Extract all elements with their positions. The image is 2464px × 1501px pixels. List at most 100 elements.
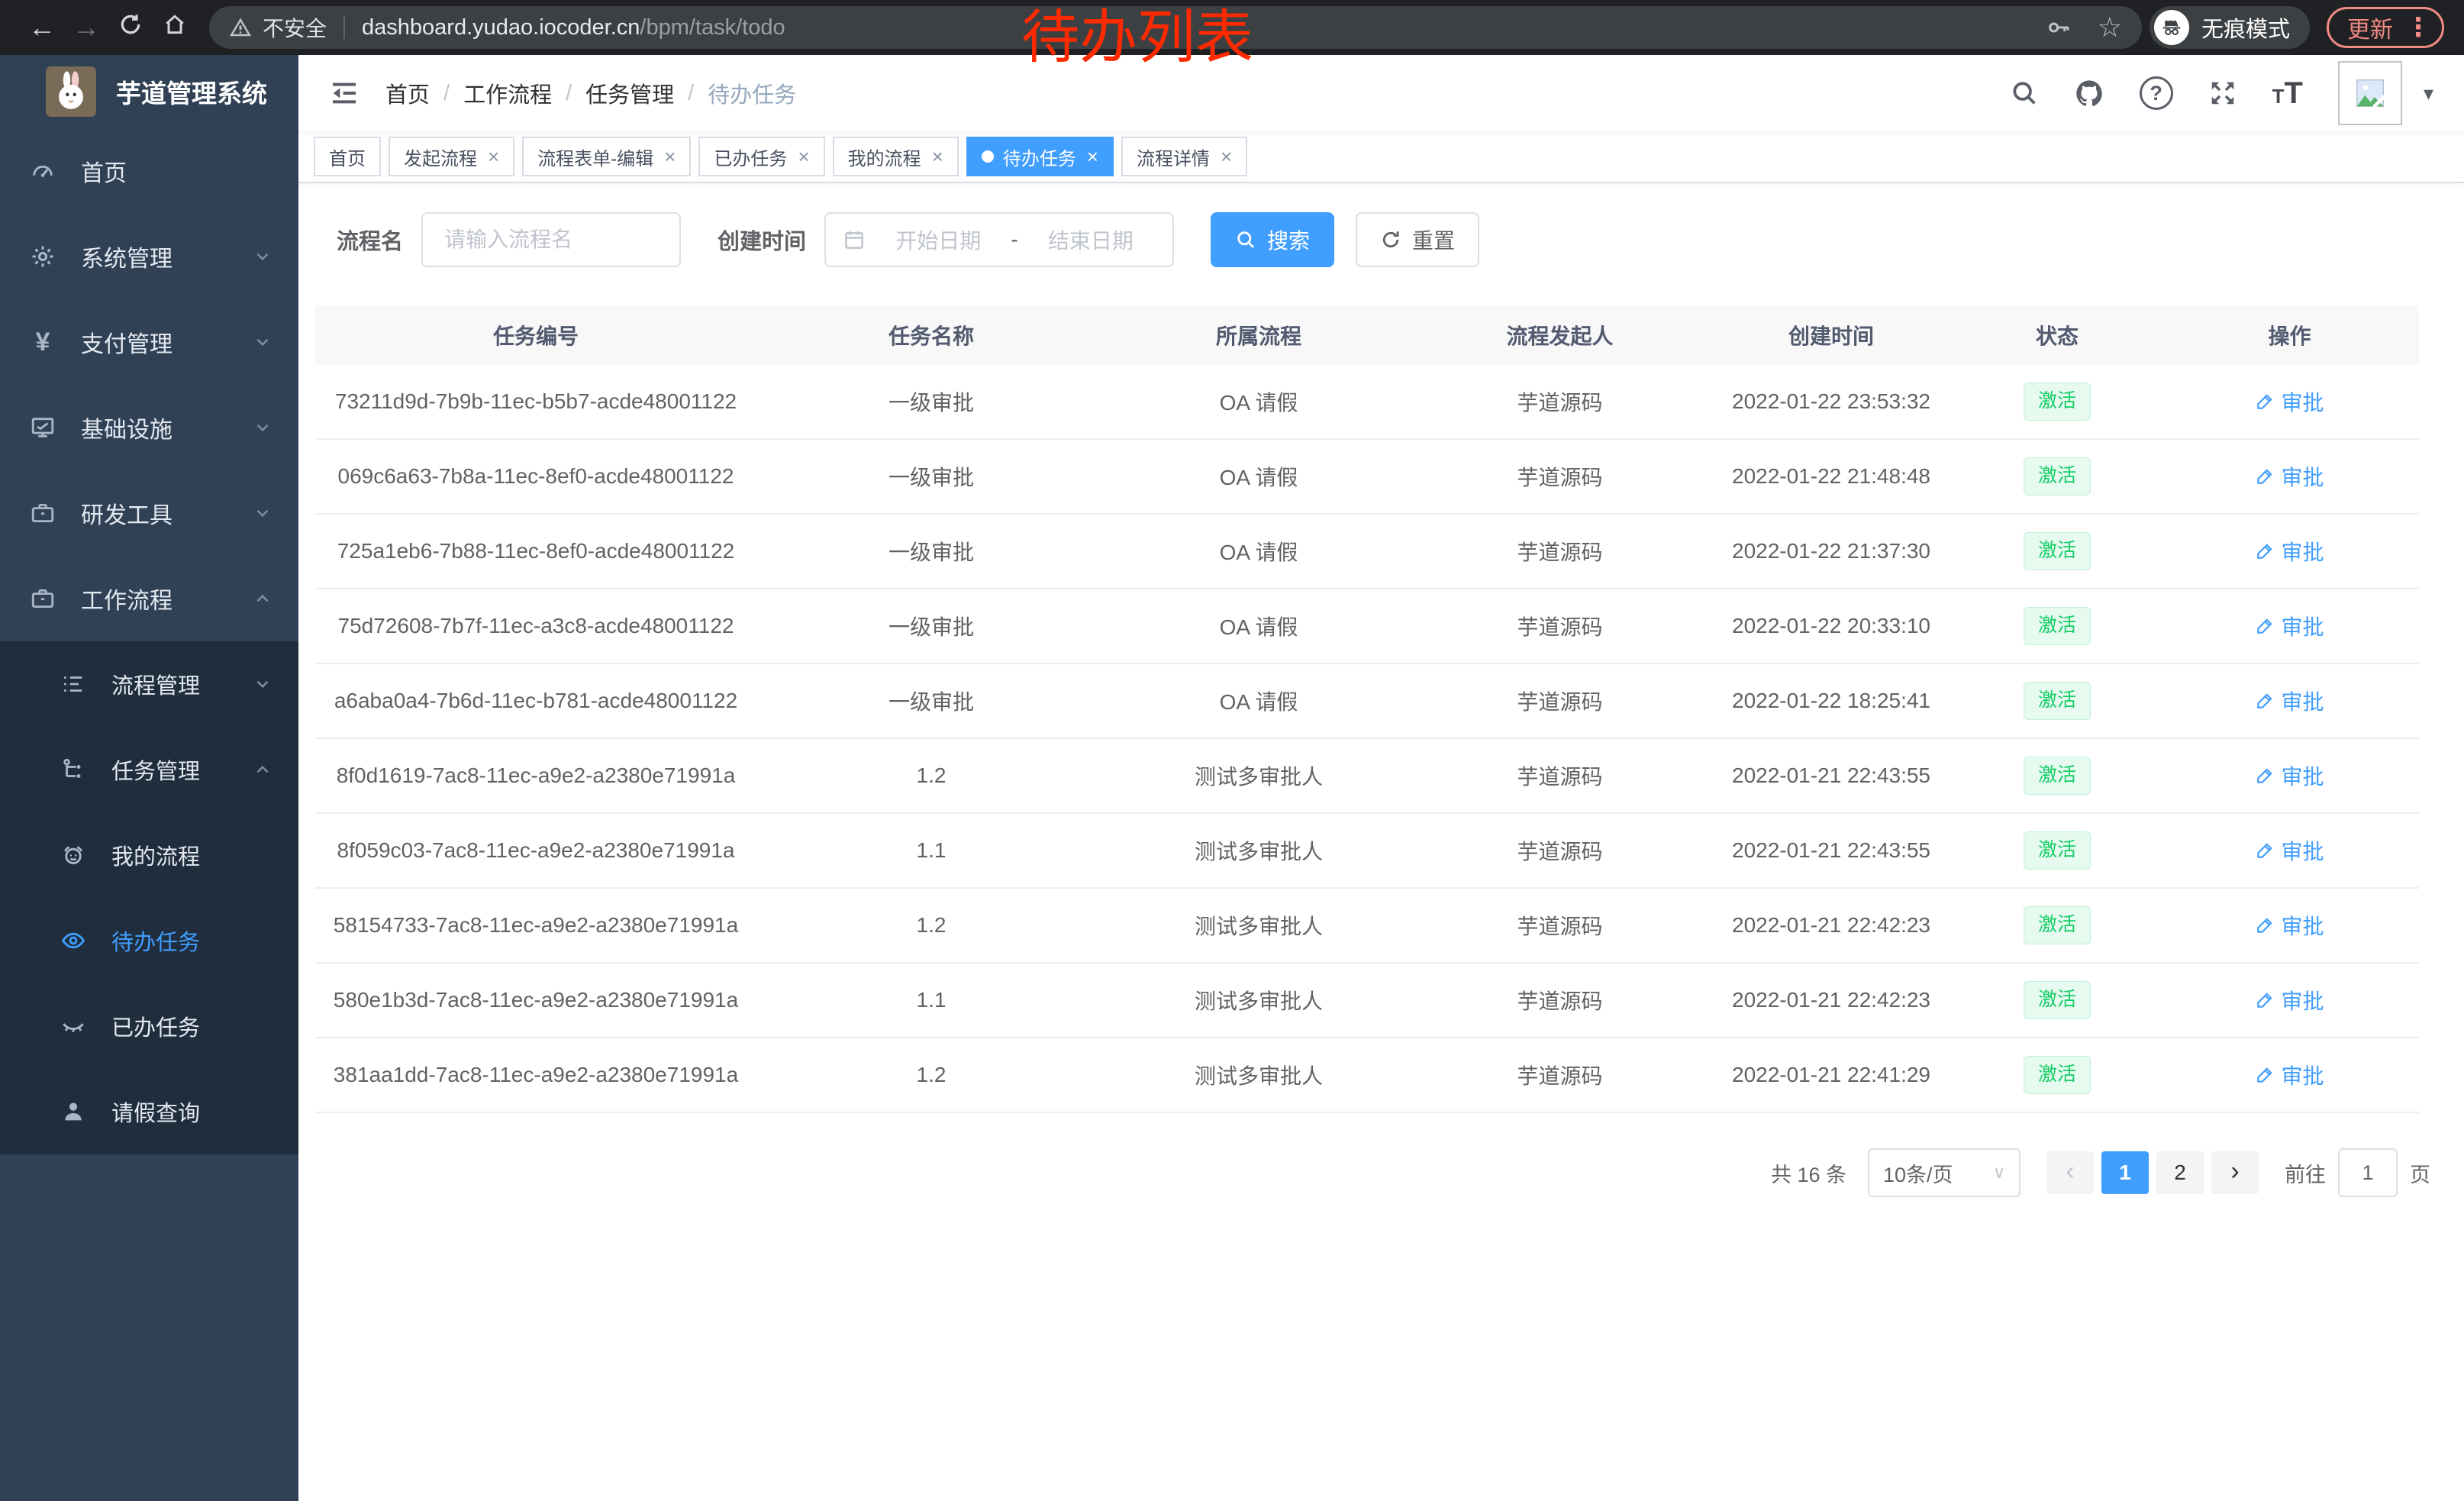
action-cell: 审批 bbox=[2160, 536, 2419, 567]
starter-cell: 芋道源码 bbox=[1411, 461, 1708, 492]
fullscreen-icon[interactable] bbox=[2208, 79, 2237, 108]
monitor-icon bbox=[30, 415, 56, 441]
approve-link[interactable]: 审批 bbox=[2255, 536, 2324, 567]
reset-button[interactable]: 重置 bbox=[1356, 212, 1479, 267]
approve-link[interactable]: 审批 bbox=[2255, 386, 2324, 417]
home-button[interactable] bbox=[153, 11, 197, 44]
process-cell: OA 请假 bbox=[1106, 536, 1411, 567]
logo-rabbit-icon bbox=[46, 66, 96, 117]
next-page-button[interactable]: › bbox=[2211, 1151, 2259, 1194]
font-size-icon[interactable]: TT bbox=[2272, 78, 2303, 108]
page-number-button[interactable]: 2 bbox=[2156, 1151, 2204, 1194]
page-size-select[interactable]: 10条/页 ∨ bbox=[1868, 1148, 2021, 1197]
bookmark-star-icon[interactable]: ☆ bbox=[2098, 14, 2122, 41]
sidebar-collapse-icon[interactable] bbox=[329, 78, 360, 108]
tab-close-icon[interactable]: × bbox=[664, 147, 676, 166]
task-name-cell: 1.2 bbox=[756, 763, 1106, 788]
tab-close-icon[interactable]: × bbox=[1087, 147, 1098, 166]
tab-close-icon[interactable]: × bbox=[1221, 147, 1232, 166]
table-row: 73211d9d-7b9b-11ec-b5b7-acde48001122 一级审… bbox=[315, 365, 2419, 440]
view-tab[interactable]: 流程表单-编辑 × bbox=[522, 137, 691, 176]
approve-link[interactable]: 审批 bbox=[2255, 461, 2324, 492]
status-badge: 激活 bbox=[2024, 906, 2091, 944]
search-button[interactable]: 搜索 bbox=[1211, 212, 1334, 267]
edit-pen-icon bbox=[2255, 1065, 2275, 1085]
sidebar-subitem[interactable]: 已办任务 bbox=[0, 983, 298, 1069]
sidebar: 芋道管理系统 首页 bbox=[0, 55, 298, 1501]
approve-link[interactable]: 审批 bbox=[2255, 835, 2324, 866]
top-navbar: 首页/ 工作流程/ 任务管理/ 待办任务/ ? TT ▾ bbox=[298, 55, 2464, 131]
view-tab[interactable]: 已办任务 × bbox=[698, 137, 824, 176]
approve-link[interactable]: 审批 bbox=[2255, 910, 2324, 941]
breadcrumb-item[interactable]: 首页/ bbox=[385, 77, 463, 109]
avatar-dropdown-caret-icon[interactable]: ▾ bbox=[2424, 82, 2433, 105]
action-cell: 审批 bbox=[2160, 1060, 2419, 1090]
app-logo[interactable]: 芋道管理系统 bbox=[0, 55, 298, 128]
approve-link[interactable]: 审批 bbox=[2255, 1060, 2324, 1090]
reload-button[interactable] bbox=[108, 11, 153, 44]
sidebar-subitem-label: 我的流程 bbox=[111, 839, 273, 871]
sidebar-item[interactable]: ¥ 支付管理 bbox=[0, 299, 298, 385]
task-id-cell: 58154733-7ac8-11ec-a9e2-a2380e71991a bbox=[315, 913, 756, 938]
action-cell: 审批 bbox=[2160, 686, 2419, 716]
app-title: 芋道管理系统 bbox=[116, 73, 267, 110]
view-tab[interactable]: 流程详情 × bbox=[1121, 137, 1247, 176]
page-buttons: 1 2 bbox=[2101, 1151, 2204, 1194]
approve-link[interactable]: 审批 bbox=[2255, 611, 2324, 641]
starter-cell: 芋道源码 bbox=[1411, 760, 1708, 791]
github-icon[interactable] bbox=[2074, 78, 2104, 108]
sidebar-item[interactable]: 首页 bbox=[0, 128, 298, 214]
approve-link[interactable]: 审批 bbox=[2255, 686, 2324, 716]
sidebar-item[interactable]: 基础设施 bbox=[0, 385, 298, 470]
status-cell: 激活 bbox=[1954, 383, 2160, 420]
tab-close-icon[interactable]: × bbox=[932, 147, 943, 166]
sidebar-item[interactable]: 系统管理 bbox=[0, 214, 298, 299]
sidebar-subitem[interactable]: 流程管理 bbox=[0, 641, 298, 727]
view-tab[interactable]: 我的流程 × bbox=[833, 137, 959, 176]
browser-menu-icon[interactable]: ⋮ bbox=[2405, 12, 2431, 43]
chevron-icon bbox=[253, 760, 273, 780]
breadcrumb-item[interactable]: 任务管理/ bbox=[585, 77, 708, 109]
task-id-cell: a6aba0a4-7b6d-11ec-b781-acde48001122 bbox=[315, 689, 756, 713]
approve-link[interactable]: 审批 bbox=[2255, 985, 2324, 1015]
chrome-update-button[interactable]: 更新 ⋮ bbox=[2327, 7, 2444, 48]
edit-pen-icon bbox=[2255, 841, 2275, 860]
sidebar-subitem[interactable]: 任务管理 bbox=[0, 727, 298, 812]
forward-button[interactable]: → bbox=[64, 11, 108, 44]
prev-page-button[interactable]: ‹ bbox=[2046, 1151, 2094, 1194]
task-name-cell: 一级审批 bbox=[756, 386, 1106, 417]
date-range-picker[interactable]: 开始日期 - 结束日期 bbox=[824, 212, 1174, 267]
goto-page-input[interactable] bbox=[2338, 1148, 2398, 1197]
breadcrumb-item[interactable]: 工作流程/ bbox=[463, 77, 585, 109]
search-icon[interactable] bbox=[2010, 79, 2039, 108]
password-key-icon[interactable] bbox=[2046, 15, 2072, 40]
page-number-button[interactable]: 1 bbox=[2101, 1151, 2149, 1194]
breadcrumb-item[interactable]: 待办任务/ bbox=[708, 77, 796, 109]
back-button[interactable]: ← bbox=[20, 11, 64, 44]
view-tab[interactable]: 首页 bbox=[314, 137, 381, 176]
tab-close-icon[interactable]: × bbox=[798, 147, 809, 166]
start-date-placeholder: 开始日期 bbox=[873, 224, 1003, 255]
approve-link[interactable]: 审批 bbox=[2255, 760, 2324, 791]
status-badge: 激活 bbox=[2024, 532, 2091, 570]
sidebar-subitem[interactable]: 我的流程 bbox=[0, 812, 298, 898]
avatar[interactable] bbox=[2338, 61, 2402, 125]
column-header: 流程发起人 bbox=[1411, 320, 1708, 350]
view-tab[interactable]: 待办任务 × bbox=[966, 137, 1114, 176]
help-icon[interactable]: ? bbox=[2140, 76, 2173, 110]
sidebar-item[interactable]: 工作流程 bbox=[0, 556, 298, 641]
process-name-input[interactable] bbox=[421, 212, 681, 267]
process-cell: OA 请假 bbox=[1106, 611, 1411, 641]
browser-toolbar: ← → 不安全 dashboard.yudao.iocoder.cn/bpm/t… bbox=[0, 0, 2464, 55]
sidebar-subitem[interactable]: 请假查询 bbox=[0, 1069, 298, 1154]
task-id-cell: 580e1b3d-7ac8-11ec-a9e2-a2380e71991a bbox=[315, 988, 756, 1012]
select-caret-icon: ∨ bbox=[1993, 1163, 2005, 1183]
address-bar[interactable]: 不安全 dashboard.yudao.iocoder.cn/bpm/task/… bbox=[209, 6, 2142, 49]
tab-close-icon[interactable]: × bbox=[488, 147, 499, 166]
task-id-cell: 725a1eb6-7b88-11ec-8ef0-acde48001122 bbox=[315, 539, 756, 563]
breadcrumb-separator: / bbox=[443, 81, 450, 106]
sidebar-item[interactable]: 研发工具 bbox=[0, 470, 298, 556]
sidebar-subitem[interactable]: 待办任务 bbox=[0, 898, 298, 983]
view-tab[interactable]: 发起流程 × bbox=[389, 137, 514, 176]
sidebar-subitem-label: 任务管理 bbox=[111, 754, 253, 786]
